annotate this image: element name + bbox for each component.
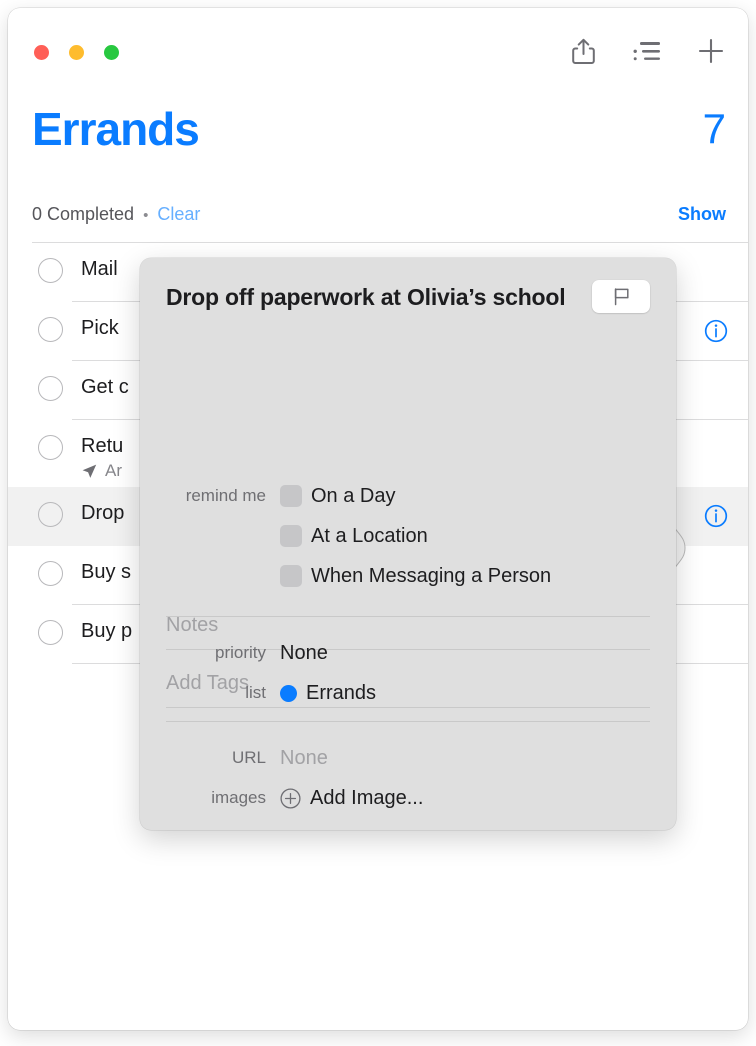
toolbar — [566, 34, 728, 68]
complete-toggle-circle[interactable] — [38, 435, 63, 460]
completed-meta: 0 Completed • Clear — [32, 204, 200, 225]
task-title: Buy s — [81, 561, 132, 583]
list-label: list — [245, 683, 266, 702]
complete-toggle-circle[interactable] — [38, 376, 63, 401]
task-content: Buy s — [81, 559, 131, 585]
attributes-group: priority None list Errands — [140, 633, 676, 713]
url-value[interactable]: None — [280, 747, 328, 770]
zoom-window-button[interactable] — [104, 45, 119, 60]
when-messaging-label: When Messaging a Person — [311, 564, 552, 587]
minimize-window-button[interactable] — [69, 45, 84, 60]
task-title: Mail — [81, 258, 118, 280]
remind-me-when-messaging-row[interactable]: When Messaging a Person — [140, 556, 676, 596]
remind-me-at-a-location-row[interactable]: At a Location — [140, 516, 676, 556]
traffic-lights — [34, 45, 119, 60]
checkbox-when-messaging[interactable] — [280, 565, 302, 587]
images-row[interactable]: images Add Image... — [140, 778, 676, 818]
list-view-icon — [633, 42, 660, 61]
info-icon — [704, 504, 728, 528]
reminder-count: 7 — [702, 105, 726, 152]
completed-count-label: 0 Completed — [32, 204, 135, 224]
remind-me-at-a-location-value: At a Location — [280, 525, 428, 548]
extras-group: URL None images Add Image... — [140, 738, 676, 818]
task-content: Mail — [81, 256, 118, 282]
remind-me-divider — [166, 616, 650, 617]
task-content: Retu Ar — [81, 433, 123, 481]
list-color-dot — [280, 684, 297, 702]
reminder-details-popover: Drop off paperwork at Olivia’s school No… — [140, 258, 676, 830]
url-label: URL — [231, 748, 266, 767]
location-arrow-icon — [81, 463, 98, 480]
at-a-location-label: At a Location — [311, 524, 428, 547]
images-label: images — [211, 788, 266, 807]
plus-icon — [698, 38, 724, 64]
location-name: Ar — [105, 461, 122, 480]
task-title: Buy p — [81, 620, 133, 642]
list-header: Errands 7 0 Completed • Clear Show — [8, 82, 748, 243]
task-title: Drop — [81, 502, 125, 524]
add-image-button[interactable]: Add Image... — [280, 787, 423, 810]
add-image-label: Add Image... — [310, 786, 424, 809]
flag-icon — [614, 288, 629, 306]
remind-me-when-messaging-value: When Messaging a Person — [280, 565, 551, 588]
window-titlebar — [8, 8, 748, 82]
task-location-subtitle: Ar — [81, 461, 123, 481]
remind-me-group: remind me On a Day At a Location When Me… — [140, 476, 676, 596]
close-window-button[interactable] — [34, 45, 49, 60]
task-title: Retu — [81, 435, 124, 457]
complete-toggle-circle[interactable] — [38, 561, 63, 586]
priority-value[interactable]: None — [280, 642, 328, 665]
reminders-window: Errands 7 0 Completed • Clear Show Mail — [8, 8, 748, 1030]
attributes-divider — [166, 721, 650, 722]
complete-toggle-circle[interactable] — [38, 502, 63, 527]
checkbox-on-a-day[interactable] — [280, 485, 302, 507]
task-content: Get c — [81, 374, 129, 400]
task-info-button[interactable] — [704, 319, 728, 343]
list-value[interactable]: Errands — [280, 682, 376, 705]
page-title: Errands — [32, 103, 200, 155]
on-a-day-label: On a Day — [311, 484, 396, 507]
plus-circle-icon — [280, 787, 301, 809]
task-content: Drop — [81, 500, 124, 526]
show-completed-button[interactable]: Show — [678, 204, 726, 225]
checkbox-at-a-location[interactable] — [280, 525, 302, 547]
share-button[interactable] — [566, 34, 600, 68]
task-title: Pick — [81, 317, 119, 339]
list-row[interactable]: list Errands — [140, 673, 676, 713]
complete-toggle-circle[interactable] — [38, 620, 63, 645]
clear-completed-button[interactable]: Clear — [157, 204, 200, 225]
info-icon — [704, 319, 728, 343]
complete-toggle-circle[interactable] — [38, 258, 63, 283]
remind-me-label: remind me — [185, 486, 266, 505]
list-name: Errands — [306, 681, 377, 704]
task-content: Buy p — [81, 618, 132, 644]
task-info-button[interactable] — [704, 504, 728, 528]
priority-label: priority — [214, 643, 266, 662]
remind-me-on-a-day-row[interactable]: remind me On a Day — [140, 476, 676, 516]
complete-toggle-circle[interactable] — [38, 317, 63, 342]
task-content: Pick — [81, 315, 119, 341]
add-reminder-button[interactable] — [694, 34, 728, 68]
popover-header: Drop off paperwork at Olivia’s school — [166, 280, 650, 314]
flag-button[interactable] — [592, 280, 650, 313]
view-options-button[interactable] — [630, 34, 664, 68]
reminder-title[interactable]: Drop off paperwork at Olivia’s school — [166, 280, 566, 314]
priority-row[interactable]: priority None — [140, 633, 676, 673]
task-title: Get c — [81, 376, 129, 398]
url-row[interactable]: URL None — [140, 738, 676, 778]
app-root: Errands 7 0 Completed • Clear Show Mail — [0, 0, 756, 1046]
remind-me-on-a-day-value: On a Day — [280, 485, 395, 508]
share-icon — [571, 38, 595, 64]
meta-separator-dot: • — [143, 207, 149, 224]
